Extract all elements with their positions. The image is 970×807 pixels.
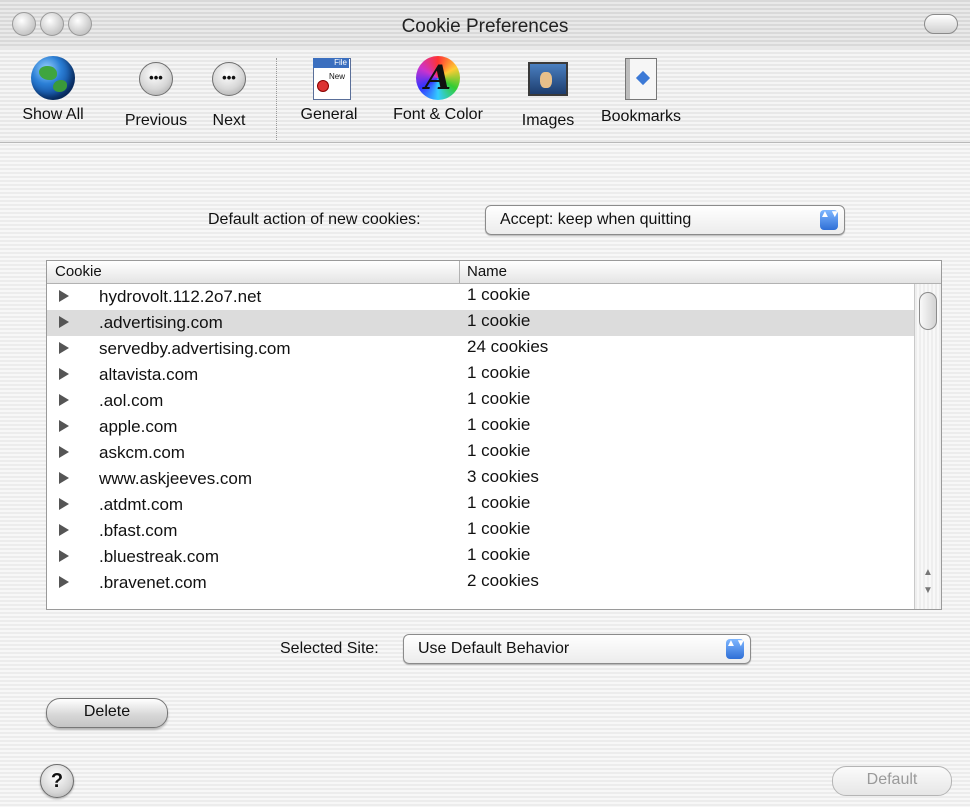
delete-button[interactable]: Delete <box>46 698 168 728</box>
table-row[interactable]: www.askjeeves.com 3 cookies <box>47 466 915 492</box>
column-header-name[interactable]: Name <box>467 263 507 280</box>
window-title: Cookie Preferences <box>401 16 569 37</box>
toolbar-label: Font & Color <box>393 106 483 123</box>
selected-site-popup[interactable]: Use Default Behavior ▲▼ <box>403 634 751 664</box>
column-separator <box>459 261 460 283</box>
disclosure-triangle-icon[interactable] <box>59 368 69 380</box>
general-icon: File New <box>307 56 351 100</box>
cookie-count: 24 cookies <box>467 337 549 356</box>
cookie-site: .aol.com <box>99 391 164 410</box>
cookie-site: www.askjeeves.com <box>99 469 253 488</box>
table-row[interactable]: .atdmt.com 1 cookie <box>47 492 915 518</box>
disclosure-triangle-icon[interactable] <box>59 472 69 484</box>
cookie-site: .bravenet.com <box>99 573 207 592</box>
table-row[interactable]: .bravenet.com 2 cookies <box>47 570 915 596</box>
disclosure-triangle-icon[interactable] <box>59 576 69 588</box>
disclosure-triangle-icon[interactable] <box>59 446 69 458</box>
popup-arrows-icon: ▲▼ <box>726 639 746 659</box>
column-header-cookie[interactable]: Cookie <box>55 263 102 280</box>
cookie-site: .atdmt.com <box>99 495 184 514</box>
cookie-site: askcm.com <box>99 443 185 462</box>
toolbar-label: Next <box>212 112 246 129</box>
table-row[interactable]: .bluestreak.com 1 cookie <box>47 544 915 570</box>
cookie-site: altavista.com <box>99 365 199 384</box>
selected-site-value: Use Default Behavior <box>418 640 570 657</box>
scroll-up-arrow-icon[interactable]: ▲ <box>921 566 935 580</box>
toolbar-bookmarks[interactable]: Bookmarks <box>586 56 696 126</box>
disclosure-triangle-icon[interactable] <box>59 316 69 328</box>
cookie-site: hydrovolt.112.2o7.net <box>99 287 262 306</box>
toolbar-separator <box>276 58 277 140</box>
table-row[interactable]: servedby.advertising.com 24 cookies <box>47 336 915 362</box>
vertical-scrollbar[interactable]: ▲ ▼ <box>914 284 941 609</box>
scroll-down-arrow-icon[interactable]: ▼ <box>921 584 935 598</box>
table-row[interactable]: .aol.com 1 cookie <box>47 388 915 414</box>
scroll-thumb[interactable] <box>919 292 937 330</box>
disclosure-triangle-icon[interactable] <box>59 550 69 562</box>
toolbar-label: Previous <box>124 112 188 129</box>
cookie-count: 1 cookie <box>467 389 531 408</box>
disclosure-triangle-icon[interactable] <box>59 420 69 432</box>
toolbar-previous[interactable]: ••• Previous <box>112 56 200 130</box>
cookie-count: 1 cookie <box>467 311 531 330</box>
toolbar-label: General <box>300 106 358 123</box>
toolbar-label: Show All <box>22 106 84 123</box>
default-action-value: Accept: keep when quitting <box>500 211 692 228</box>
toolbar-toggle-button[interactable] <box>924 14 958 34</box>
title-bar: Cookie Preferences <box>0 0 970 49</box>
cookie-count: 1 cookie <box>467 441 531 460</box>
table-row[interactable]: hydrovolt.112.2o7.net 1 cookie <box>47 284 915 310</box>
disclosure-triangle-icon[interactable] <box>59 524 69 536</box>
toolbar-general[interactable]: File New General <box>288 56 370 124</box>
table-row[interactable]: apple.com 1 cookie <box>47 414 915 440</box>
table-row[interactable]: .advertising.com 1 cookie <box>47 310 915 336</box>
table-row[interactable]: altavista.com 1 cookie <box>47 362 915 388</box>
cookie-count: 1 cookie <box>467 519 531 538</box>
cookie-site: .bluestreak.com <box>99 547 219 566</box>
cookie-site: .advertising.com <box>99 313 223 332</box>
toolbar-font-color[interactable]: A Font & Color <box>378 56 498 124</box>
cookie-count: 1 cookie <box>467 415 531 434</box>
help-button[interactable]: ? <box>40 764 74 798</box>
cookie-count: 2 cookies <box>467 571 539 590</box>
cookie-site: .bfast.com <box>99 521 178 540</box>
cookie-site: servedby.advertising.com <box>99 339 291 358</box>
previous-icon: ••• <box>134 62 178 106</box>
default-action-label: Default action of new cookies: <box>208 211 421 228</box>
cookie-count: 1 cookie <box>467 545 531 564</box>
table-row[interactable]: .bfast.com 1 cookie <box>47 518 915 544</box>
cookie-count: 3 cookies <box>467 467 539 486</box>
selected-site-label: Selected Site: <box>280 640 379 657</box>
disclosure-triangle-icon[interactable] <box>59 290 69 302</box>
toolbar-next[interactable]: ••• Next <box>196 56 262 130</box>
toolbar-label: Images <box>521 112 575 129</box>
disclosure-triangle-icon[interactable] <box>59 394 69 406</box>
toolbar-label: Bookmarks <box>600 108 682 125</box>
globe-icon <box>31 56 75 100</box>
images-icon <box>526 62 570 106</box>
disclosure-triangle-icon[interactable] <box>59 342 69 354</box>
default-button[interactable]: Default <box>832 766 952 796</box>
popup-arrows-icon: ▲▼ <box>820 210 840 230</box>
cookie-table: Cookie Name hydrovolt.112.2o7.net 1 cooki… <box>46 260 942 610</box>
bookmarks-icon <box>619 58 663 102</box>
next-icon: ••• <box>207 62 251 106</box>
toolbar-images[interactable]: Images <box>508 56 588 130</box>
table-rows: hydrovolt.112.2o7.net 1 cookie .advertisin… <box>47 284 915 609</box>
disclosure-triangle-icon[interactable] <box>59 498 69 510</box>
cookie-count: 1 cookie <box>467 285 531 304</box>
table-row[interactable]: askcm.com 1 cookie <box>47 440 915 466</box>
font-color-icon: A <box>416 56 460 100</box>
cookie-count: 1 cookie <box>467 363 531 382</box>
cookie-site: apple.com <box>99 417 178 436</box>
table-header: Cookie Name <box>47 261 941 284</box>
default-action-popup[interactable]: Accept: keep when quitting ▲▼ <box>485 205 845 235</box>
cookie-count: 1 cookie <box>467 493 531 512</box>
toolbar-show-all[interactable]: Show All <box>8 56 98 124</box>
